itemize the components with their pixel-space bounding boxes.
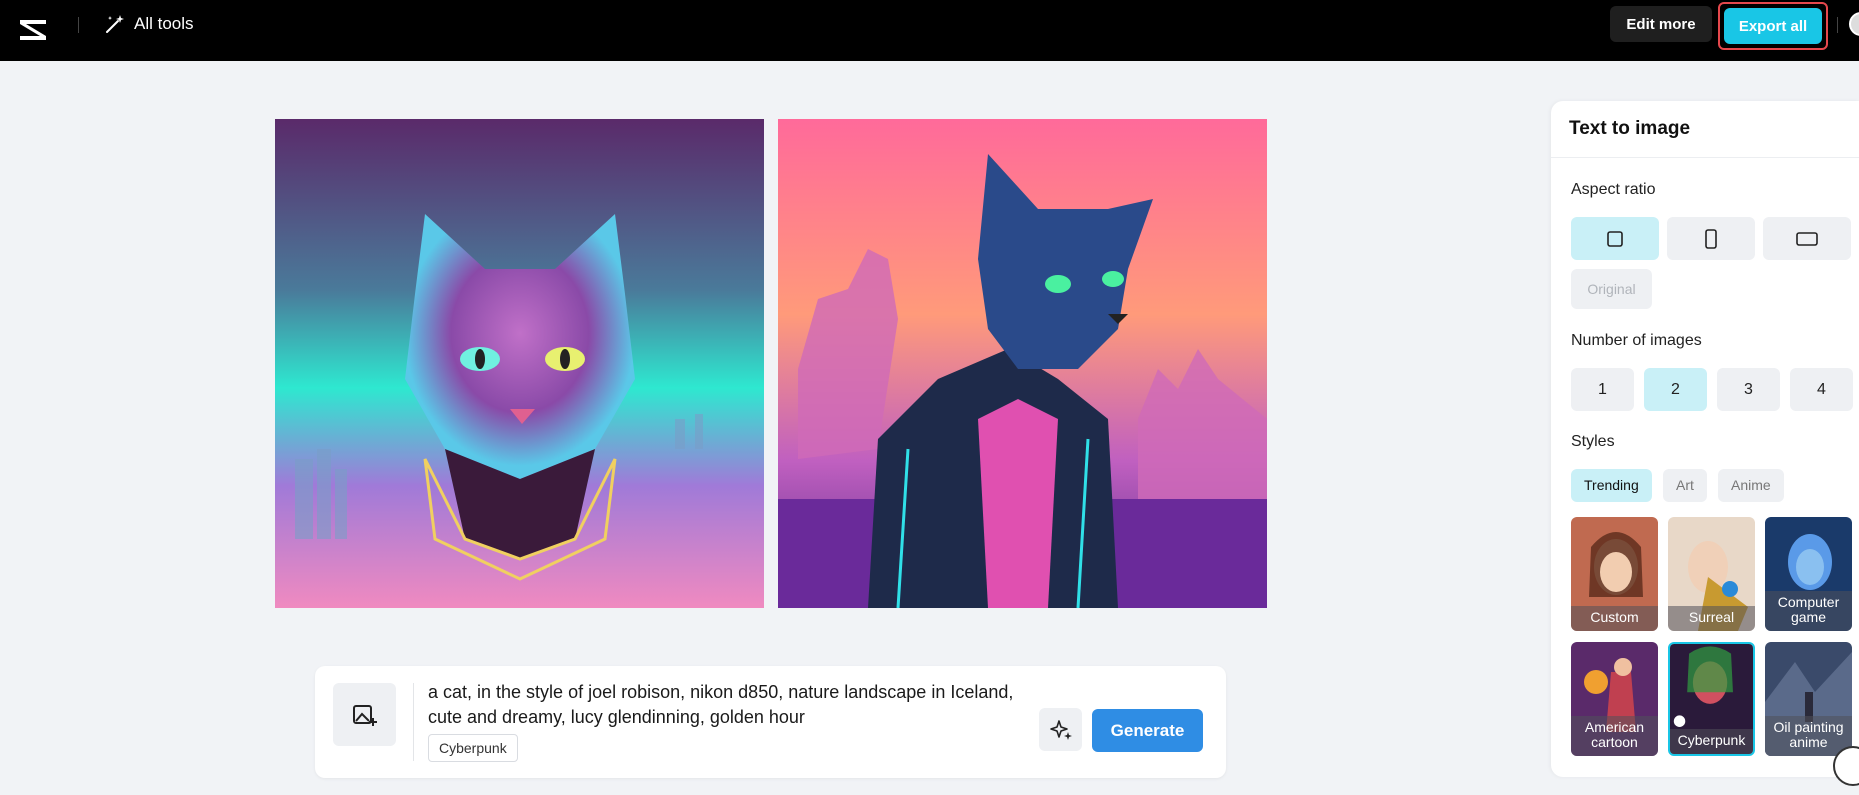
text-to-image-panel: Text to image Aspect ratio Original Numb… xyxy=(1551,101,1859,777)
all-tools-button[interactable]: All tools xyxy=(104,11,194,37)
style-card-oil-painting-anime[interactable]: Oil painting anime xyxy=(1765,642,1852,756)
capcut-logo-icon[interactable] xyxy=(16,12,50,46)
style-card-computer-game[interactable]: Computer game xyxy=(1765,517,1852,631)
style-tab-anime[interactable]: Anime xyxy=(1718,469,1784,502)
top-bar: All tools Edit more Export all xyxy=(0,0,1859,61)
generated-image-1[interactable] xyxy=(275,119,764,608)
generated-image-2[interactable] xyxy=(778,119,1267,608)
prompt-input[interactable]: a cat, in the style of joel robison, nik… xyxy=(428,680,1028,730)
style-card-surreal[interactable]: Surreal xyxy=(1668,517,1755,631)
top-divider xyxy=(78,17,79,33)
style-card-label: Computer game xyxy=(1765,591,1852,631)
top-divider-right xyxy=(1837,17,1838,33)
sparkle-icon xyxy=(1049,719,1072,740)
style-card-label: Custom xyxy=(1571,606,1658,631)
portrait-ratio-icon xyxy=(1705,228,1717,249)
num-images-4-button[interactable]: 4 xyxy=(1790,368,1853,411)
cat-image-2 xyxy=(778,119,1267,608)
aspect-ratio-label: Aspect ratio xyxy=(1571,181,1656,198)
prompt-divider xyxy=(413,683,414,761)
num-images-2-button[interactable]: 2 xyxy=(1644,368,1707,411)
help-chat-button[interactable] xyxy=(1833,746,1859,786)
style-tab-art[interactable]: Art xyxy=(1663,469,1707,502)
style-card-custom[interactable]: Custom xyxy=(1571,517,1658,631)
enhance-prompt-button[interactable] xyxy=(1039,708,1082,751)
style-card-american-cartoon[interactable]: American cartoon xyxy=(1571,642,1658,756)
cat-image-1 xyxy=(275,119,764,608)
style-card-label: Surreal xyxy=(1668,606,1755,631)
all-tools-label: All tools xyxy=(134,14,194,33)
avatar[interactable] xyxy=(1849,12,1859,36)
num-images-3-button[interactable]: 3 xyxy=(1717,368,1780,411)
edit-more-button[interactable]: Edit more xyxy=(1610,6,1712,42)
ratio-original-button: Original xyxy=(1571,269,1652,309)
ratio-portrait-button[interactable] xyxy=(1667,217,1755,260)
ratio-landscape-button[interactable] xyxy=(1763,217,1851,260)
export-highlight-frame: Export all xyxy=(1718,2,1828,50)
num-images-1-button[interactable]: 1 xyxy=(1571,368,1634,411)
number-of-images-label: Number of images xyxy=(1571,332,1702,349)
prompt-panel: a cat, in the style of joel robison, nik… xyxy=(315,666,1226,778)
style-tab-trending[interactable]: Trending xyxy=(1571,469,1652,502)
landscape-ratio-icon xyxy=(1796,231,1818,246)
square-ratio-icon xyxy=(1607,230,1623,247)
style-tag[interactable]: Cyberpunk xyxy=(428,734,518,762)
style-card-label: Cyberpunk xyxy=(1670,729,1753,754)
style-card-label: American cartoon xyxy=(1571,716,1658,756)
magic-wand-icon xyxy=(106,15,124,33)
panel-divider xyxy=(1551,157,1859,158)
export-all-button[interactable]: Export all xyxy=(1724,8,1822,44)
style-card-cyberpunk[interactable]: Cyberpunk xyxy=(1668,642,1755,756)
upload-image-button[interactable] xyxy=(333,683,396,746)
generate-button[interactable]: Generate xyxy=(1092,709,1203,752)
panel-title: Text to image xyxy=(1569,118,1691,139)
image-add-icon xyxy=(352,704,377,726)
ratio-square-button[interactable] xyxy=(1571,217,1659,260)
styles-label: Styles xyxy=(1571,433,1615,450)
